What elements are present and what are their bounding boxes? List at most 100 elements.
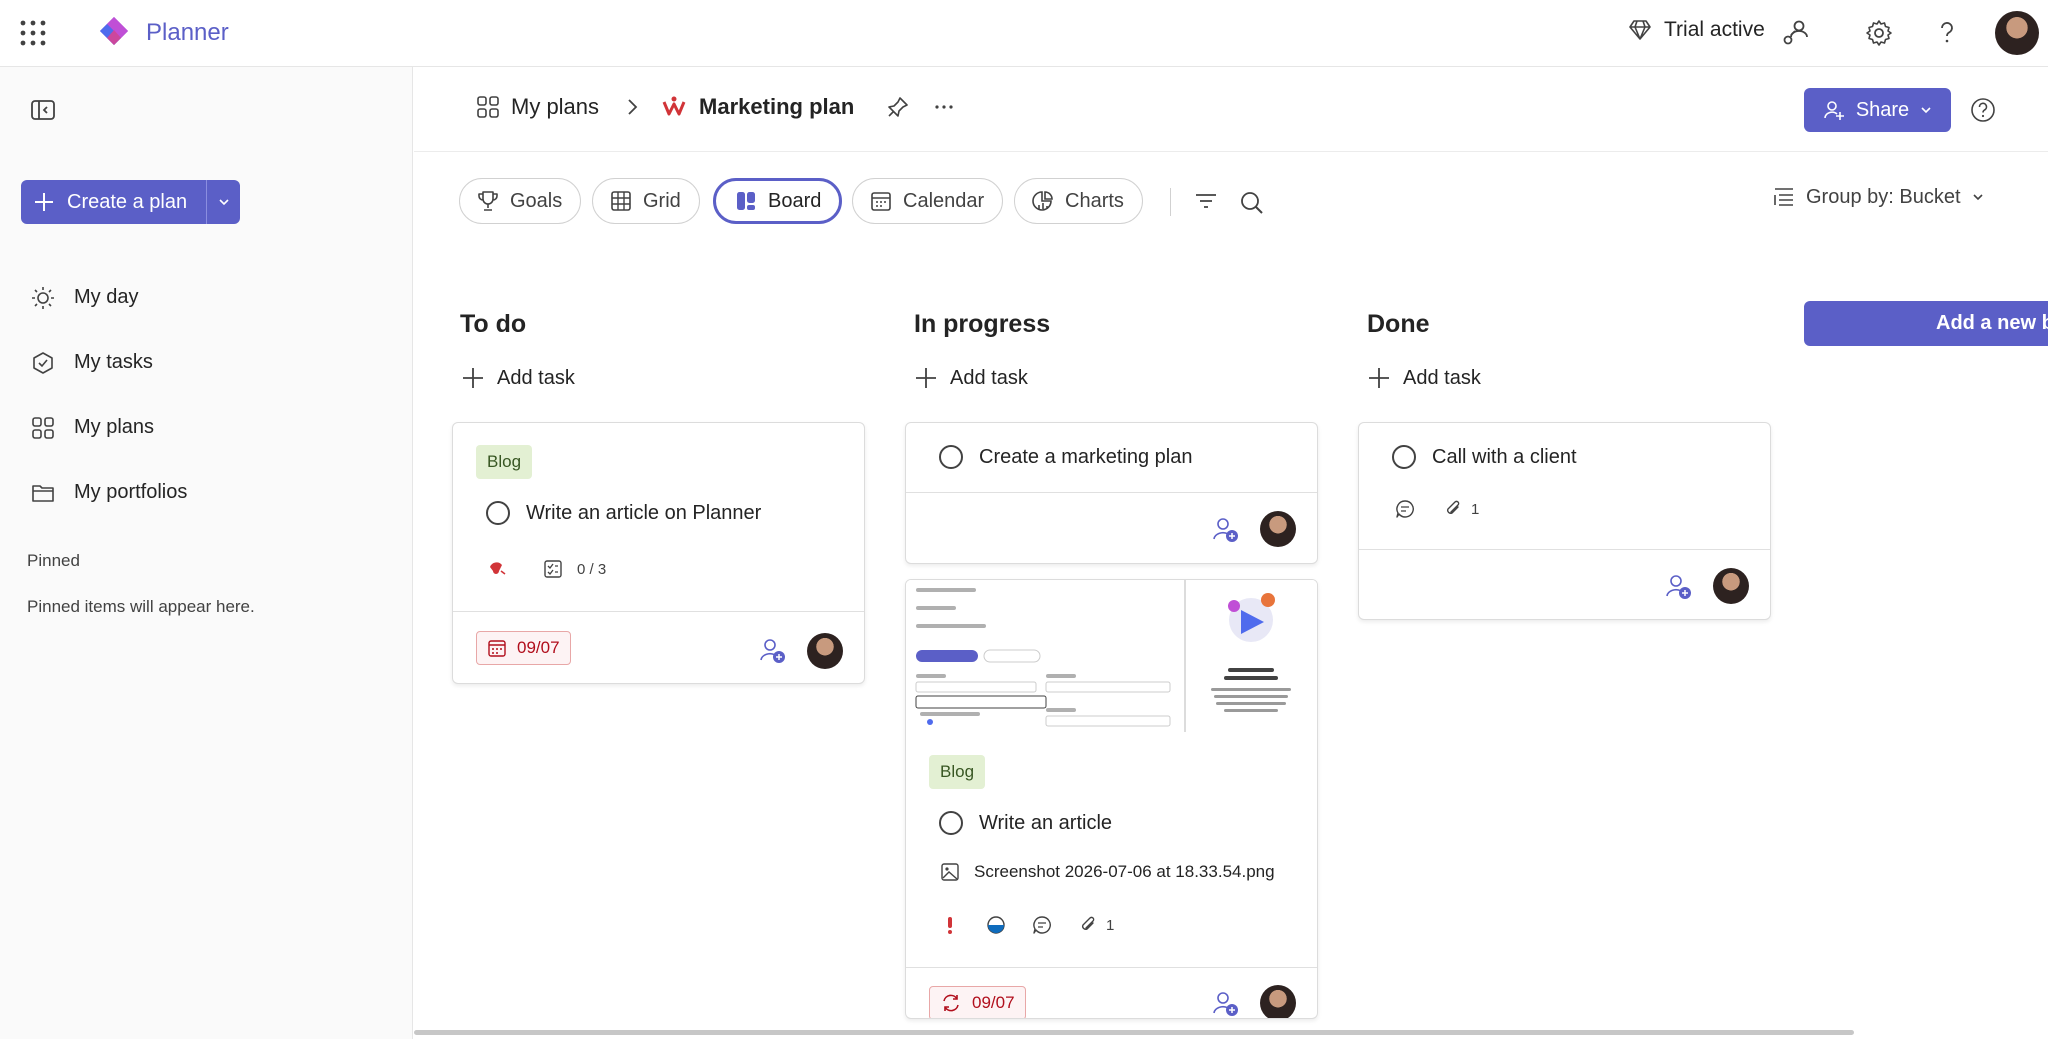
assignee-avatar[interactable] [1260,985,1296,1018]
add-task-label: Add task [497,366,575,389]
sidebar-item-my-day[interactable]: My day [30,265,187,330]
create-plan-button-group: Create a plan [21,180,240,224]
help-question-icon[interactable] [1932,18,1962,48]
card-divider [1359,549,1770,550]
assignee-avatar[interactable] [1713,568,1749,604]
sidebar-item-my-plans[interactable]: My plans [30,395,187,460]
attachment-preview-image[interactable] [906,580,1317,732]
complete-checkbox[interactable] [1392,445,1416,469]
chevron-down-icon [1972,194,1983,201]
task-card[interactable]: Create a marketing plan [905,422,1318,564]
calendar-icon [871,192,891,211]
important-priority-icon [948,917,952,934]
complete-checkbox[interactable] [939,811,963,835]
image-icon [941,863,959,881]
tab-label: Calendar [903,189,985,212]
bucket-title-done[interactable]: Done [1367,310,1430,339]
tab-charts[interactable]: Charts [1014,178,1143,224]
assign-person-icon[interactable] [1664,572,1692,600]
complete-checkbox[interactable] [939,445,963,469]
pinned-empty-note: Pinned items will appear here. [27,597,255,616]
tab-goals[interactable]: Goals [459,178,582,224]
assignee-avatar[interactable] [1260,511,1296,547]
user-avatar[interactable] [1995,11,2039,55]
assign-person-icon[interactable] [1211,989,1239,1017]
plus-icon [35,193,53,211]
add-task-button-to-do[interactable]: Add task [461,366,575,390]
sidebar-item-label: My day [74,286,139,308]
task-card[interactable]: Blog Write an article on Planner 0 / 3 0… [452,422,865,684]
bucket-title-in-progress[interactable]: In progress [914,310,1050,339]
task-card[interactable]: Blog Write an article Screenshot 2026-07… [905,579,1318,1019]
add-task-button-in-progress[interactable]: Add task [914,366,1028,390]
label-chip: Blog [929,755,986,789]
attachment-row[interactable]: Screenshot 2026-07-06 at 18.33.54.png [940,862,1275,882]
planner-logo-icon [95,14,133,52]
create-plan-options-button[interactable] [206,180,240,224]
trophy-icon [478,191,498,211]
attachments-count: 1 [1106,916,1115,934]
task-title: Write an article [979,811,1113,834]
group-by-label: Group by: Bucket [1806,185,1961,208]
tab-calendar[interactable]: Calendar [852,178,1004,224]
complete-checkbox[interactable] [486,501,510,525]
tab-label: Charts [1065,189,1124,212]
tab-grid[interactable]: Grid [592,178,700,224]
paperclip-icon [1082,916,1095,930]
create-plan-button[interactable]: Create a plan [21,180,206,224]
app-name[interactable]: Planner [146,19,229,47]
add-task-button-done[interactable]: Add task [1367,366,1481,390]
more-options-icon[interactable] [932,95,956,119]
board-icon [737,192,755,210]
assign-person-icon[interactable] [758,636,786,664]
card-divider [906,492,1317,493]
sidebar-item-my-tasks[interactable]: My tasks [30,330,187,395]
toolbar-divider [1170,188,1171,216]
breadcrumb: My plans Marketing plan [475,94,956,120]
add-bucket-button[interactable]: Add a new b [1804,301,2048,346]
label-chip: Blog [476,445,533,479]
app-launcher-icon[interactable] [20,20,46,46]
settings-gear-icon[interactable] [1864,18,1894,48]
urgent-priority-icon [490,562,506,575]
plan-title[interactable]: Marketing plan [699,94,854,120]
task-card[interactable]: Call with a client 1 [1358,422,1771,620]
folder-icon [32,484,54,502]
trial-status[interactable]: Trial active [1628,18,1765,42]
due-date-chip[interactable]: 09/07 [476,631,571,665]
plan-icon [662,96,686,116]
sidebar-item-label: My tasks [74,351,153,373]
chevron-down-icon [1921,107,1931,114]
task-title-row: Call with a client [1392,445,1577,469]
help-circle-icon[interactable] [1968,95,1998,125]
task-meta: 1 [1395,499,1479,519]
assign-person-icon[interactable] [1211,515,1239,543]
pin-icon[interactable] [886,95,910,119]
task-title-row: Create a marketing plan [939,445,1192,469]
tab-board[interactable]: Board [713,178,843,224]
task-title-row: Write an article [939,811,1112,835]
due-date: 09/07 [517,638,560,657]
grid-icon [477,96,499,118]
horizontal-scrollbar[interactable] [414,1030,1854,1035]
top-bar: Planner Trial active [0,0,2048,67]
assignee-avatar[interactable] [807,633,843,669]
task-title-row: Write an article on Planner [486,501,761,525]
tab-label: Grid [643,189,681,212]
checklist-icon [544,560,562,578]
sun-icon [32,286,54,309]
group-by-dropdown[interactable]: Group by: Bucket [1772,185,1985,209]
list-icon [1774,188,1793,206]
share-button[interactable]: Share [1804,88,1951,132]
bucket-title-to-do[interactable]: To do [460,310,526,339]
filter-icon[interactable] [1192,187,1220,215]
breadcrumb-my-plans[interactable]: My plans [511,94,599,120]
due-date-chip[interactable]: 09/07 [929,986,1026,1018]
collapse-sidebar-icon[interactable] [30,97,56,123]
search-icon[interactable] [1238,189,1266,217]
chevron-right-icon [628,99,638,115]
card-divider [906,967,1317,968]
people-network-icon[interactable] [1780,18,1810,48]
sidebar-item-my-portfolios[interactable]: My portfolios [30,460,187,525]
add-person-icon [1824,101,1844,120]
